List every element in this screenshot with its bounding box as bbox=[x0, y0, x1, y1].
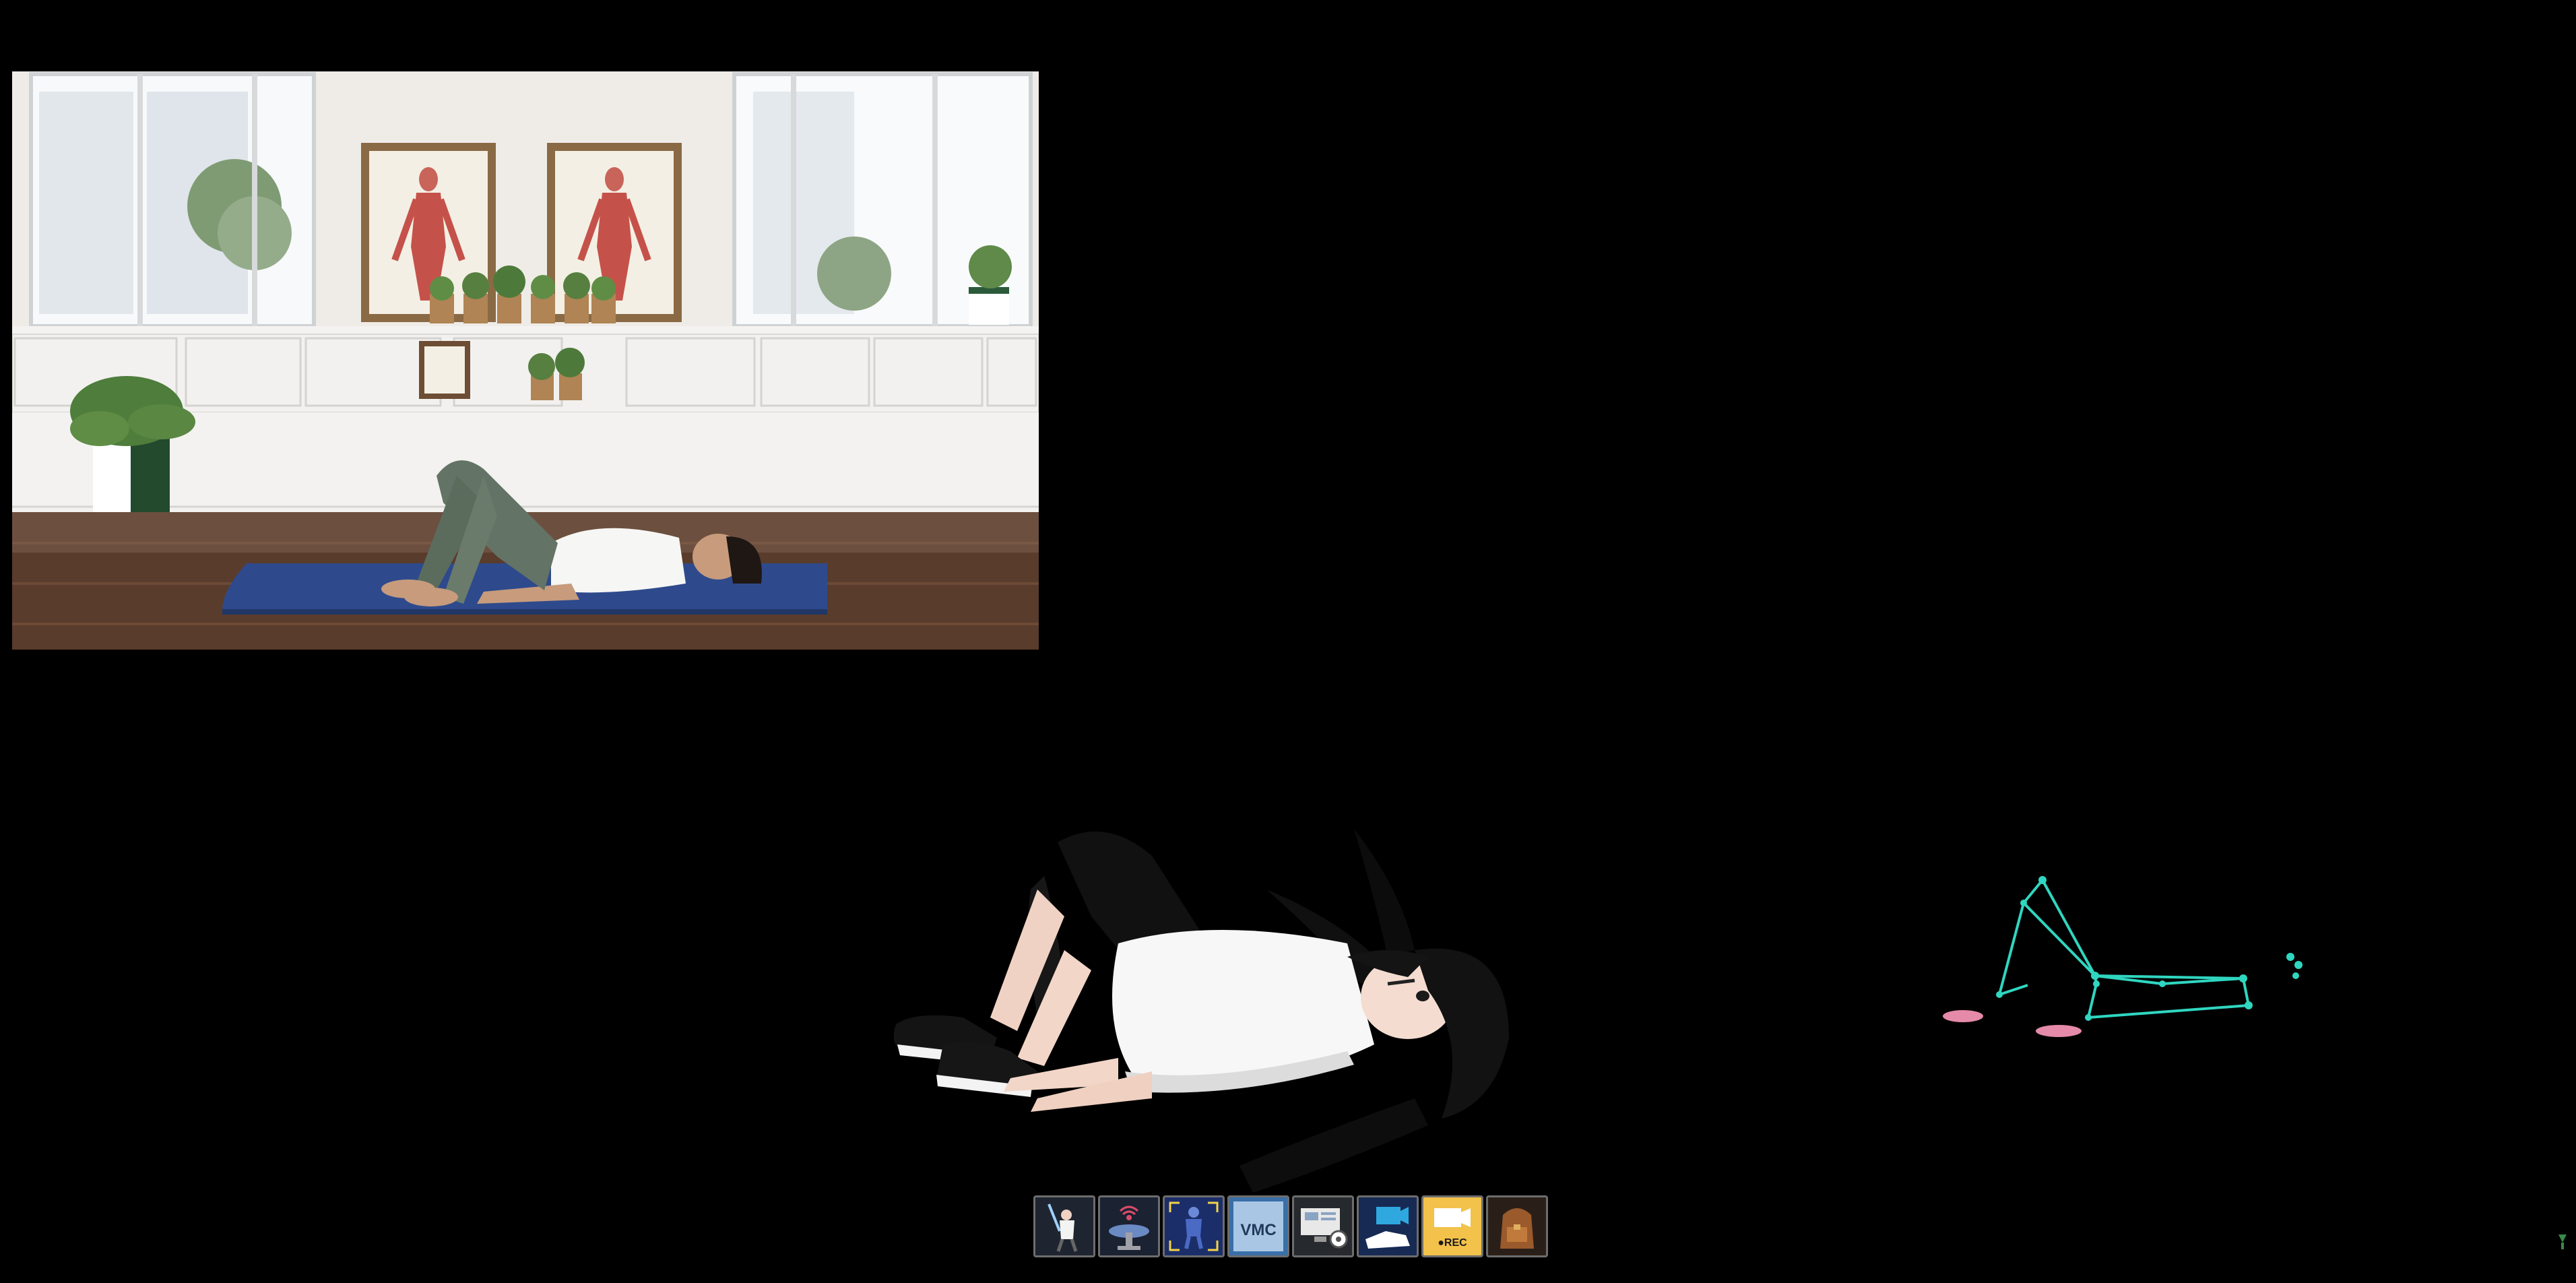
status-indicator-icon bbox=[2558, 1234, 2567, 1249]
record-button[interactable]: ●REC bbox=[1421, 1195, 1483, 1257]
record-camera-icon: ●REC bbox=[1423, 1197, 1481, 1255]
pose-tool-button[interactable] bbox=[1033, 1195, 1095, 1257]
avatar-viewport[interactable] bbox=[835, 815, 1617, 1206]
window-left bbox=[29, 72, 316, 328]
vmc-tool-button[interactable]: VMC bbox=[1227, 1195, 1289, 1257]
pose-skeleton-overlay bbox=[1927, 863, 2317, 1051]
body-capture-icon bbox=[1165, 1197, 1223, 1255]
vmc-protocol-icon: VMC bbox=[1229, 1197, 1287, 1255]
hand-camera-icon bbox=[1359, 1197, 1417, 1255]
broadcast-stage-icon bbox=[1100, 1197, 1158, 1255]
app-canvas: VMC ●REC bbox=[0, 0, 2576, 1283]
hand-markers bbox=[1943, 1010, 2082, 1037]
display-settings-button[interactable] bbox=[1292, 1195, 1354, 1257]
monitor-settings-icon bbox=[1294, 1197, 1352, 1255]
inventory-button[interactable] bbox=[1486, 1195, 1548, 1257]
broadcast-tool-button[interactable] bbox=[1098, 1195, 1160, 1257]
body-tracking-button[interactable] bbox=[1163, 1195, 1225, 1257]
window-right bbox=[732, 72, 1033, 328]
video-frame bbox=[12, 71, 1039, 650]
backpack-icon bbox=[1488, 1197, 1546, 1255]
video-preview bbox=[12, 71, 1039, 650]
avatar-character bbox=[893, 829, 1509, 1193]
svg-text:VMC: VMC bbox=[1240, 1221, 1276, 1239]
skeleton-graph bbox=[1943, 876, 2303, 1037]
svg-text:●REC: ●REC bbox=[1438, 1237, 1467, 1249]
camera-hand-button[interactable] bbox=[1357, 1195, 1419, 1257]
bottom-toolbar: VMC ●REC bbox=[1033, 1195, 1548, 1257]
lightsaber-character-icon bbox=[1035, 1197, 1093, 1255]
